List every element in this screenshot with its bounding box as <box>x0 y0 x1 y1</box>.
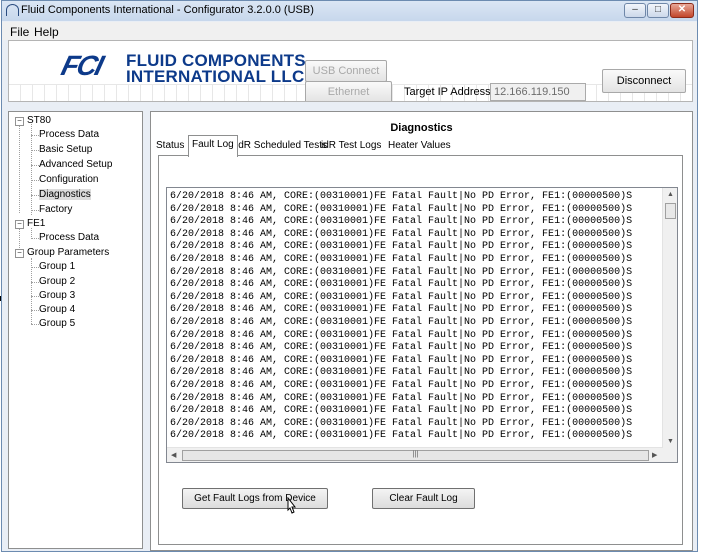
menu-help[interactable]: Help <box>34 25 59 39</box>
tree-connector <box>31 324 39 325</box>
scroll-left-icon[interactable]: ◀ <box>171 451 176 459</box>
expand-collapse-icon[interactable]: − <box>15 117 24 126</box>
window-title: Fluid Components International - Configu… <box>21 4 314 16</box>
tree-connector <box>31 228 32 237</box>
tree-node-fe1[interactable]: FE1 <box>27 218 45 229</box>
navigation-tree: − ST80 Process Data Basic Setup Advanced… <box>8 111 143 549</box>
panel-title: Diagnostics <box>390 122 453 134</box>
fault-log-line: 6/20/2018 8:46 AM, CORE:(00310001)FE Fat… <box>170 253 633 265</box>
tree-node-group-5[interactable]: Group 5 <box>39 318 75 329</box>
tree-connector <box>31 180 39 181</box>
fault-log-line: 6/20/2018 8:46 AM, CORE:(00310001)FE Fat… <box>170 279 633 291</box>
minimize-icon[interactable]: – <box>624 3 646 18</box>
scroll-right-icon[interactable]: ▶ <box>652 451 657 459</box>
header-banner: FCI FLUID COMPONENTS INTERNATIONAL LLC U… <box>8 40 693 102</box>
close-icon[interactable]: ✕ <box>670 3 694 18</box>
tab-heater-values[interactable]: Heater Values <box>388 137 451 156</box>
tree-node-factory[interactable]: Factory <box>39 204 72 215</box>
tab-fault-log[interactable]: Fault Log <box>188 135 238 157</box>
tree-connector <box>31 124 32 215</box>
target-ip-field[interactable]: 12.166.119.150 <box>490 83 586 101</box>
tree-node-group-1[interactable]: Group 1 <box>39 261 75 272</box>
menu-bar: File Help <box>2 22 697 40</box>
fault-log-line: 6/20/2018 8:46 AM, CORE:(00310001)FE Fat… <box>170 430 633 442</box>
tree-node-advanced-setup[interactable]: Advanced Setup <box>39 159 112 170</box>
fault-log-line: 6/20/2018 8:46 AM, CORE:(00310001)FE Fat… <box>170 241 633 253</box>
tree-connector <box>31 135 39 136</box>
fault-log-line: 6/20/2018 8:46 AM, CORE:(00310001)FE Fat… <box>170 291 633 303</box>
mouse-cursor-icon <box>287 497 297 514</box>
tree-node-process-data[interactable]: Process Data <box>39 129 99 140</box>
tree-connector <box>31 210 39 211</box>
fault-log-textbox[interactable]: 6/20/2018 8:46 AM, CORE:(00310001)FE Fat… <box>166 187 678 463</box>
maximize-icon[interactable]: □ <box>647 3 669 18</box>
tab-idr-test-logs[interactable]: idR Test Logs <box>321 137 381 156</box>
logo-text-line2: INTERNATIONAL LLC <box>126 67 305 86</box>
fault-log-line: 6/20/2018 8:46 AM, CORE:(00310001)FE Fat… <box>170 379 633 391</box>
fault-log-line: 6/20/2018 8:46 AM, CORE:(00310001)FE Fat… <box>170 354 633 366</box>
fault-log-line: 6/20/2018 8:46 AM, CORE:(00310001)FE Fat… <box>170 304 633 316</box>
tree-connector <box>31 267 39 268</box>
tree-node-st80[interactable]: ST80 <box>27 115 51 126</box>
horizontal-scroll-thumb[interactable]: ||| <box>182 450 649 461</box>
usb-connect-button[interactable]: USB Connect <box>305 60 387 82</box>
disconnect-button[interactable]: Disconnect <box>602 69 686 93</box>
fault-log-line: 6/20/2018 8:46 AM, CORE:(00310001)FE Fat… <box>170 417 633 429</box>
target-ip-label: Target IP Address: <box>404 86 494 98</box>
tree-node-fe1-process-data[interactable]: Process Data <box>39 232 99 243</box>
fault-log-line: 6/20/2018 8:46 AM, CORE:(00310001)FE Fat… <box>170 216 633 228</box>
fci-logo-mark: FCI <box>58 50 106 81</box>
tree-connector <box>31 195 39 196</box>
tree-node-group-4[interactable]: Group 4 <box>39 304 75 315</box>
fault-log-line: 6/20/2018 8:46 AM, CORE:(00310001)FE Fat… <box>170 329 633 341</box>
app-icon <box>6 4 19 16</box>
tree-connector <box>31 296 39 297</box>
expand-collapse-icon[interactable]: − <box>15 220 24 229</box>
tab-idr-scheduled-tests[interactable]: idR Scheduled Tests <box>236 137 327 156</box>
tree-connector <box>31 150 39 151</box>
fault-log-line: 6/20/2018 8:46 AM, CORE:(00310001)FE Fat… <box>170 203 633 215</box>
get-fault-logs-button[interactable]: Get Fault Logs from Device <box>182 488 328 509</box>
fault-log-line: 6/20/2018 8:46 AM, CORE:(00310001)FE Fat… <box>170 316 633 328</box>
scroll-down-icon[interactable]: ▼ <box>667 438 674 445</box>
title-bar: Fluid Components International - Configu… <box>2 1 697 21</box>
fault-log-line: 6/20/2018 8:46 AM, CORE:(00310001)FE Fat… <box>170 392 633 404</box>
vertical-scroll-thumb[interactable] <box>665 203 676 219</box>
fault-log-line: 6/20/2018 8:46 AM, CORE:(00310001)FE Fat… <box>170 266 633 278</box>
tree-connector <box>31 165 39 166</box>
vertical-scrollbar[interactable]: ▲ ▼ <box>662 188 677 450</box>
tree-connector <box>19 124 20 213</box>
fault-log-line: 6/20/2018 8:46 AM, CORE:(00310001)FE Fat… <box>170 342 633 354</box>
tab-status[interactable]: Status <box>156 137 184 156</box>
horizontal-scrollbar[interactable]: ◀ ||| ▶ <box>167 447 663 462</box>
fault-log-lines: 6/20/2018 8:46 AM, CORE:(00310001)FE Fat… <box>170 191 665 447</box>
scroll-corner <box>663 448 677 462</box>
fault-log-line: 6/20/2018 8:46 AM, CORE:(00310001)FE Fat… <box>170 367 633 379</box>
scroll-up-icon[interactable]: ▲ <box>667 191 674 198</box>
tree-node-configuration[interactable]: Configuration <box>39 174 98 185</box>
fault-log-line: 6/20/2018 8:46 AM, CORE:(00310001)FE Fat… <box>170 405 633 417</box>
tree-node-diagnostics[interactable]: Diagnostics <box>39 189 91 200</box>
tree-node-basic-setup[interactable]: Basic Setup <box>39 144 92 155</box>
clear-fault-log-button[interactable]: Clear Fault Log <box>372 488 475 509</box>
menu-file[interactable]: File <box>10 25 29 39</box>
tree-connector <box>31 310 39 311</box>
tree-node-group-2[interactable]: Group 2 <box>39 276 75 287</box>
tree-connector <box>31 238 39 239</box>
tree-node-group-3[interactable]: Group 3 <box>39 290 75 301</box>
fault-log-line: 6/20/2018 8:46 AM, CORE:(00310001)FE Fat… <box>170 228 633 240</box>
expand-collapse-icon[interactable]: − <box>15 249 24 258</box>
ethernet-connect-button[interactable]: Ethernet Connect <box>305 81 392 101</box>
tree-connector <box>31 282 39 283</box>
fault-log-line: 6/20/2018 8:46 AM, CORE:(00310001)FE Fat… <box>170 191 633 202</box>
tree-node-group-parameters[interactable]: Group Parameters <box>27 247 109 258</box>
